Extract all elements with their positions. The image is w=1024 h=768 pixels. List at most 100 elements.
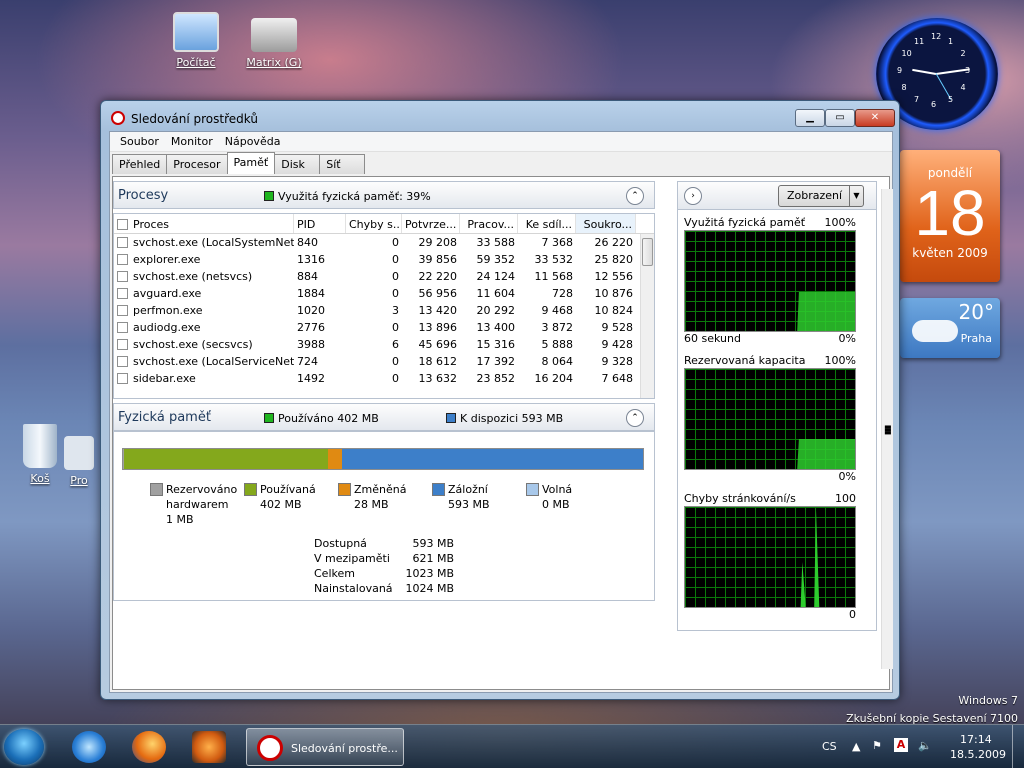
process-name-cell[interactable]: audiodg.exe <box>114 319 294 336</box>
tab-procesor[interactable]: Procesor <box>166 154 228 174</box>
tab-prehled[interactable]: Přehled <box>112 154 168 174</box>
physical-memory-header[interactable]: Fyzická paměť Používáno 402 MB K dispozi… <box>113 403 655 431</box>
clock-number: 1 <box>948 36 954 46</box>
process-name-cell[interactable]: avguard.exe <box>114 285 294 302</box>
table-row[interactable]: explorer.exe 1316 0 39 856 59 352 33 532 25 82… <box>114 251 654 268</box>
show-desktop-button[interactable] <box>1012 725 1024 768</box>
clock-number: 12 <box>931 32 942 41</box>
table-cell: 17 392 <box>476 355 516 368</box>
column-header-working-set[interactable]: Pracov... <box>460 214 518 233</box>
desktop-icon-partial[interactable]: Pro <box>54 436 104 487</box>
legend-label: Záložní <box>448 483 488 496</box>
expand-pane-button[interactable]: › <box>684 187 702 205</box>
table-cell: 3 <box>392 304 399 317</box>
process-checkbox[interactable] <box>117 237 128 248</box>
left-pane: Procesy Využitá fyzická paměť: 39% ⌃ Pro… <box>113 181 655 687</box>
action-center-icon[interactable]: ⚑ <box>872 739 882 752</box>
table-row[interactable]: sidebar.exe 1492 0 13 632 23 852 16 204 7 648 <box>114 370 654 387</box>
menu-monitor[interactable]: Monitor <box>165 132 219 151</box>
menu-soubor[interactable]: Soubor <box>114 132 165 151</box>
process-name-cell[interactable]: sidebar.exe <box>114 370 294 387</box>
memory-bar-segment-modified <box>327 449 342 469</box>
table-cell: 33 588 <box>476 236 516 249</box>
available-summary: K dispozici 593 MB <box>446 412 563 425</box>
process-name-cell[interactable]: svchost.exe (netsvcs) <box>114 268 294 285</box>
column-header-pid[interactable]: PID <box>294 214 346 233</box>
table-cell: 9 428 <box>601 338 634 351</box>
process-checkbox[interactable] <box>117 305 128 316</box>
internet-explorer-icon[interactable] <box>72 731 106 763</box>
memory-tab-panel: Procesy Využitá fyzická paměť: 39% ⌃ Pro… <box>112 176 893 690</box>
desktop-icon-drive[interactable]: Matrix (G) <box>234 18 314 69</box>
graphs-scrollbar[interactable]: ▬ ▬ ▬ <box>881 189 893 669</box>
memory-bar-segment-standby <box>341 449 643 469</box>
tab-pamet[interactable]: Paměť <box>226 152 276 174</box>
table-cell: 5 888 <box>541 338 574 351</box>
view-dropdown[interactable]: Zobrazení ▼ <box>778 185 864 207</box>
table-row[interactable]: audiodg.exe 2776 0 13 896 13 400 3 872 9 528 <box>114 319 654 336</box>
recycle-bin-icon <box>23 424 57 468</box>
table-cell: 1020 <box>297 304 325 317</box>
column-header-faults[interactable]: Chyby s... <box>346 214 402 233</box>
legend-label: Rezervováno hardwarem <box>166 483 238 511</box>
table-row[interactable]: svchost.exe (netsvcs) 884 0 22 220 24 124 11 … <box>114 268 654 285</box>
graph-title-row: Využitá fyzická paměť 100% <box>684 216 868 230</box>
tab-sit[interactable]: Síť <box>319 154 366 174</box>
resource-monitor-window[interactable]: Sledování prostředků ▁ ▭ ✕ Soubor Monito… <box>100 100 900 700</box>
stat-label: V mezipaměti <box>314 552 390 565</box>
process-name-cell[interactable]: svchost.exe (secsvcs) <box>114 336 294 353</box>
minimize-button[interactable]: ▁ <box>795 109 825 127</box>
table-row[interactable]: svchost.exe (LocalSystemNet... 840 0 29 208… <box>114 234 654 251</box>
process-checkbox[interactable] <box>117 322 128 333</box>
show-hidden-icons-button[interactable]: ▲ <box>852 740 860 753</box>
process-name-cell[interactable]: svchost.exe (LocalServiceNet... <box>114 353 294 370</box>
table-row[interactable]: svchost.exe (secsvcs) 3988 6 45 696 15 316 5 … <box>114 336 654 353</box>
clock-time[interactable]: 17:14 <box>960 733 992 746</box>
collapse-processes-button[interactable]: ⌃ <box>626 187 644 205</box>
column-header-shareable[interactable]: Ke sdíl... <box>518 214 576 233</box>
memory-stats: Dostupná 593 MB V mezipaměti 621 MB Celkem 10… <box>314 536 454 596</box>
antivirus-icon[interactable]: A <box>894 738 908 752</box>
table-row[interactable]: svchost.exe (LocalServiceNet... 724 0 18 61… <box>114 353 654 370</box>
process-name-cell[interactable]: explorer.exe <box>114 251 294 268</box>
weather-gadget[interactable]: 20° Praha <box>900 298 1000 358</box>
taskbar-item-resource-monitor[interactable]: Sledování prostře... <box>246 728 404 766</box>
column-header-private[interactable]: Soukro... <box>576 214 636 233</box>
table-cell: 0 <box>392 321 399 334</box>
tab-disk[interactable]: Disk <box>274 154 321 174</box>
close-button[interactable]: ✕ <box>855 109 895 127</box>
desktop-icon-computer[interactable]: Počítač <box>156 12 236 69</box>
table-cell: 10 876 <box>594 287 634 300</box>
process-name-cell[interactable]: svchost.exe (LocalSystemNet... <box>114 234 294 251</box>
column-header-proces[interactable]: Proces <box>114 214 294 233</box>
process-checkbox[interactable] <box>117 356 128 367</box>
volume-icon[interactable]: 🔈 <box>918 739 932 752</box>
clock-date[interactable]: 18.5.2009 <box>950 748 1006 761</box>
processes-header[interactable]: Procesy Využitá fyzická paměť: 39% ⌃ <box>113 181 655 209</box>
graph-max: 100% <box>824 216 856 229</box>
maximize-button[interactable]: ▭ <box>825 109 855 127</box>
process-checkbox[interactable] <box>117 271 128 282</box>
calendar-gadget[interactable]: pondělí 18 květen 2009 <box>900 150 1000 282</box>
process-checkbox[interactable] <box>117 339 128 350</box>
process-checkbox[interactable] <box>117 254 128 265</box>
scroll-thumb[interactable] <box>642 238 653 266</box>
title-bar[interactable]: Sledování prostředků ▁ ▭ ✕ <box>101 101 899 131</box>
legend-item: Záložní 593 MB <box>432 482 528 512</box>
table-row[interactable]: avguard.exe 1884 0 56 956 11 604 728 10 876 <box>114 285 654 302</box>
column-header-commit[interactable]: Potvrze... <box>402 214 460 233</box>
clock-number: 5 <box>948 95 954 105</box>
processes-scrollbar[interactable] <box>640 234 654 398</box>
table-cell: 39 856 <box>418 253 458 266</box>
start-button[interactable] <box>4 729 44 765</box>
collapse-memory-button[interactable]: ⌃ <box>626 409 644 427</box>
process-checkbox[interactable] <box>117 288 128 299</box>
firefox-icon[interactable] <box>132 731 166 763</box>
reason-icon[interactable] <box>192 731 226 763</box>
select-all-checkbox[interactable] <box>117 219 128 230</box>
menu-napoveda[interactable]: Nápověda <box>219 132 287 151</box>
process-name-cell[interactable]: perfmon.exe <box>114 302 294 319</box>
table-row[interactable]: perfmon.exe 1020 3 13 420 20 292 9 468 10 824 <box>114 302 654 319</box>
process-checkbox[interactable] <box>117 373 128 384</box>
language-indicator[interactable]: CS <box>822 740 837 753</box>
